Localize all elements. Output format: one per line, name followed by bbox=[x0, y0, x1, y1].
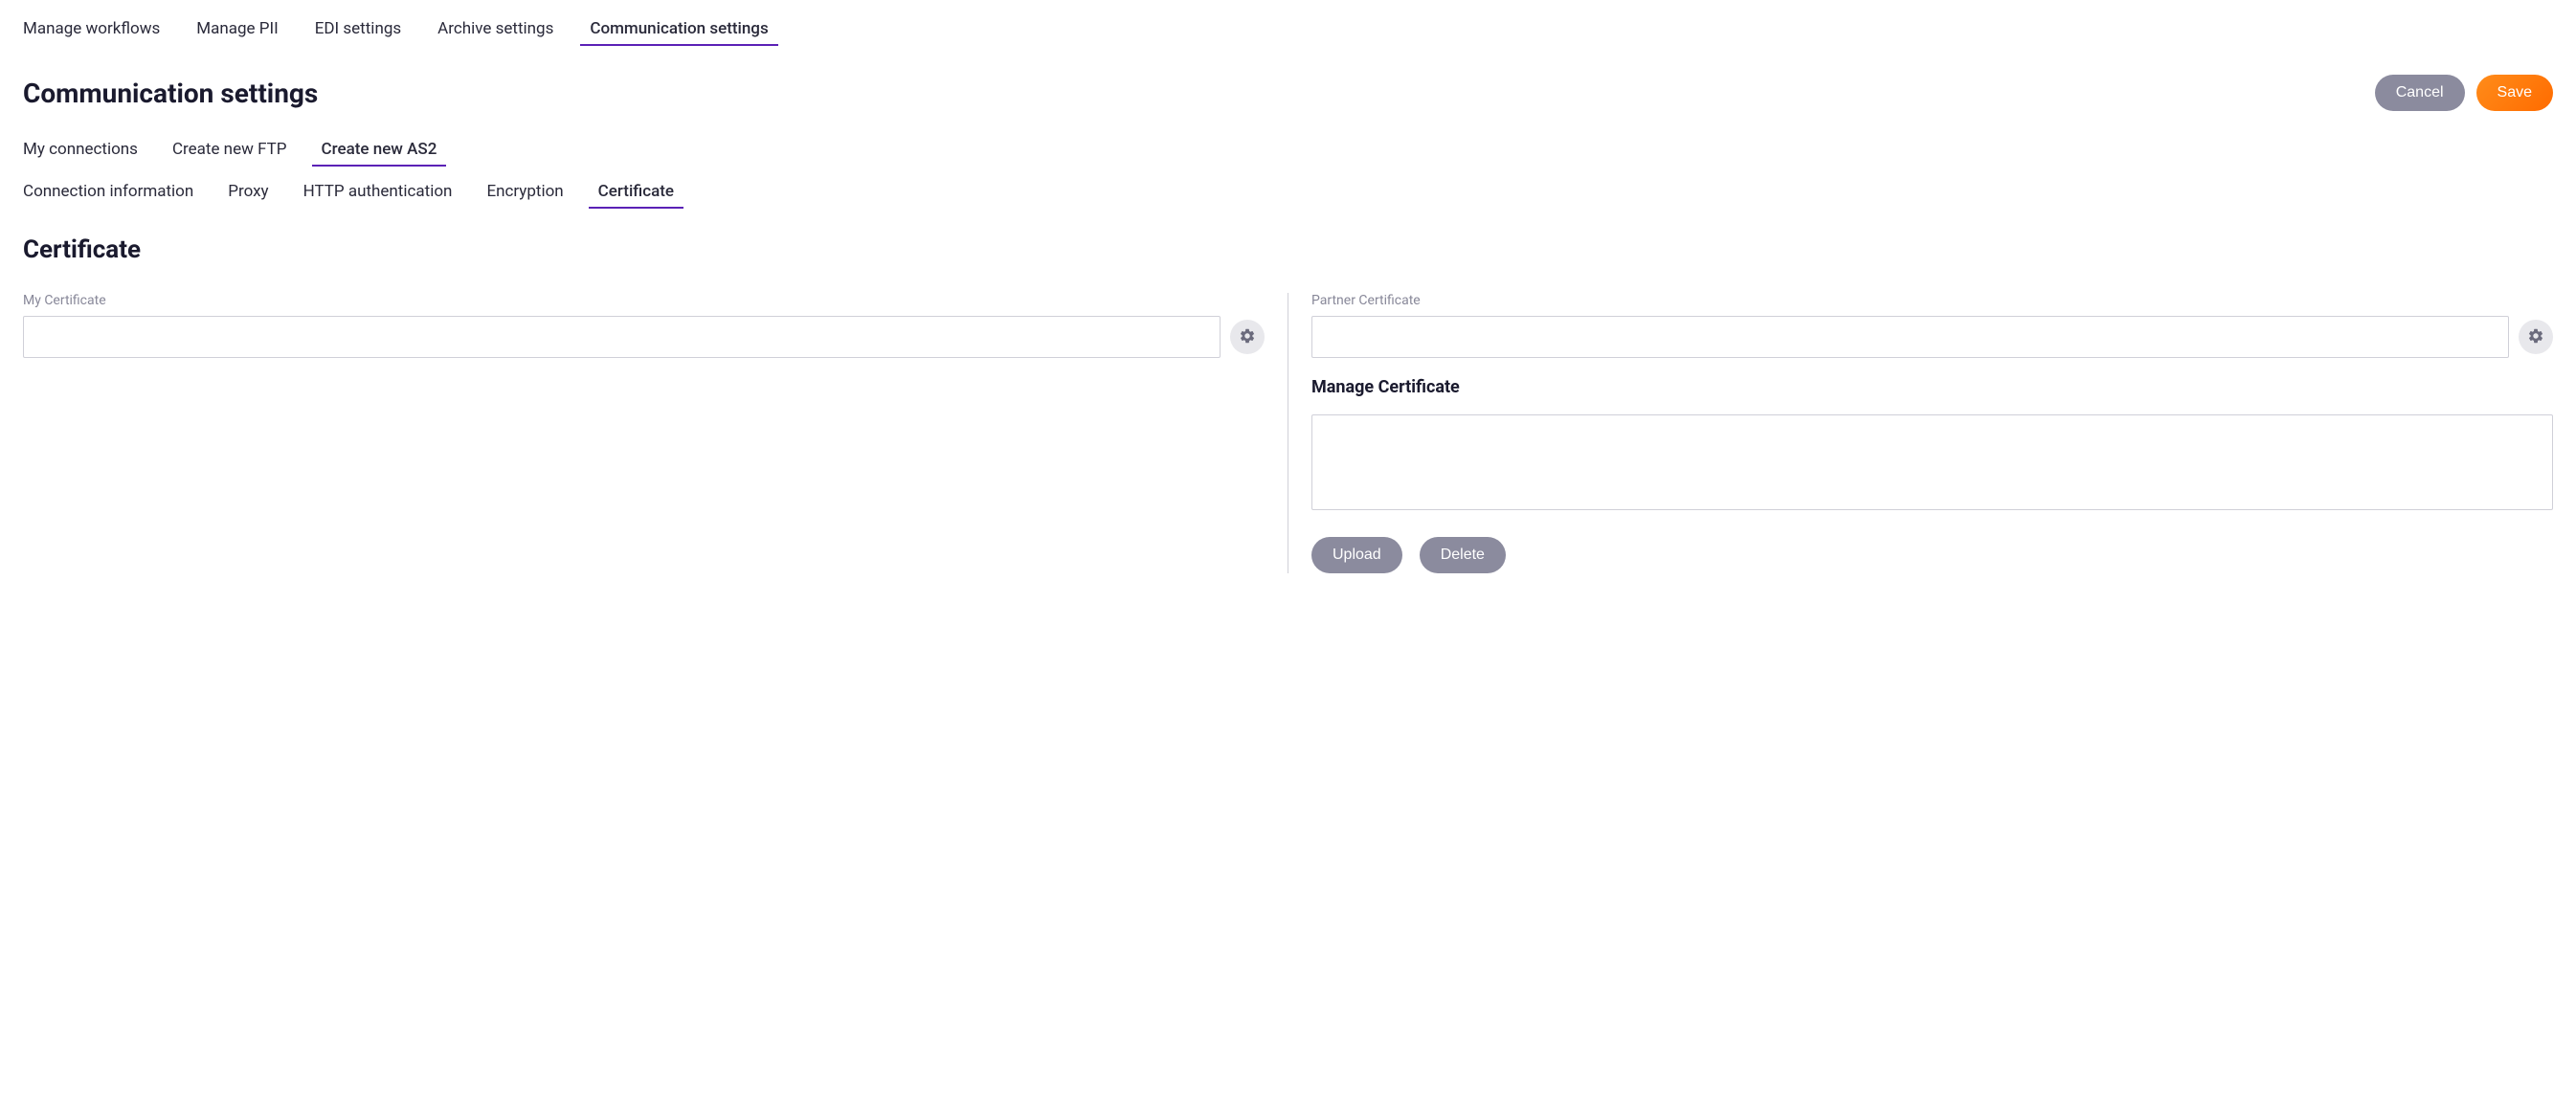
tab-manage-pii[interactable]: Manage PII bbox=[196, 19, 278, 46]
cancel-button[interactable]: Cancel bbox=[2375, 75, 2465, 111]
partner-certificate-gear-button[interactable] bbox=[2519, 320, 2553, 354]
partner-certificate-input[interactable] bbox=[1311, 316, 2509, 358]
subtab-my-connections[interactable]: My connections bbox=[23, 140, 138, 167]
tab-manage-workflows[interactable]: Manage workflows bbox=[23, 19, 160, 46]
top-tabs: Manage workflows Manage PII EDI settings… bbox=[23, 19, 2553, 46]
gear-icon bbox=[2527, 327, 2544, 347]
manage-certificate-textarea[interactable] bbox=[1311, 414, 2553, 510]
sub-tabs: My connections Create new FTP Create new… bbox=[23, 140, 2553, 167]
partner-certificate-column: Partner Certificate Manage Certificate U… bbox=[1288, 293, 2553, 573]
subtab-create-new-ftp[interactable]: Create new FTP bbox=[172, 140, 287, 167]
my-certificate-input[interactable] bbox=[23, 316, 1221, 358]
partner-certificate-label: Partner Certificate bbox=[1311, 293, 2553, 308]
my-certificate-label: My Certificate bbox=[23, 293, 1265, 308]
page-title: Communication settings bbox=[23, 78, 318, 109]
tab-archive-settings[interactable]: Archive settings bbox=[437, 19, 553, 46]
subtab-create-new-as2[interactable]: Create new AS2 bbox=[322, 140, 437, 167]
tab-communication-settings[interactable]: Communication settings bbox=[590, 19, 768, 46]
section-title: Certificate bbox=[23, 235, 2553, 264]
save-button[interactable]: Save bbox=[2476, 75, 2553, 111]
gear-icon bbox=[1239, 327, 1256, 347]
certificate-grid: My Certificate Partner Certificate Manag… bbox=[23, 293, 2553, 573]
delete-button[interactable]: Delete bbox=[1420, 537, 1506, 573]
manage-certificate-actions: Upload Delete bbox=[1311, 537, 2553, 573]
manage-certificate-title: Manage Certificate bbox=[1311, 377, 2553, 397]
tab-edi-settings[interactable]: EDI settings bbox=[315, 19, 401, 46]
header-actions: Cancel Save bbox=[2375, 75, 2553, 111]
sectiontab-connection-information[interactable]: Connection information bbox=[23, 182, 193, 209]
header-row: Communication settings Cancel Save bbox=[23, 75, 2553, 111]
my-certificate-input-row bbox=[23, 316, 1265, 358]
sectiontab-encryption[interactable]: Encryption bbox=[486, 182, 563, 209]
my-certificate-gear-button[interactable] bbox=[1230, 320, 1265, 354]
sectiontab-http-authentication[interactable]: HTTP authentication bbox=[303, 182, 453, 209]
sectiontab-proxy[interactable]: Proxy bbox=[228, 182, 268, 209]
upload-button[interactable]: Upload bbox=[1311, 537, 1402, 573]
section-tabs: Connection information Proxy HTTP authen… bbox=[23, 182, 2553, 209]
partner-certificate-input-row bbox=[1311, 316, 2553, 358]
my-certificate-column: My Certificate bbox=[23, 293, 1288, 573]
sectiontab-certificate[interactable]: Certificate bbox=[598, 182, 674, 209]
